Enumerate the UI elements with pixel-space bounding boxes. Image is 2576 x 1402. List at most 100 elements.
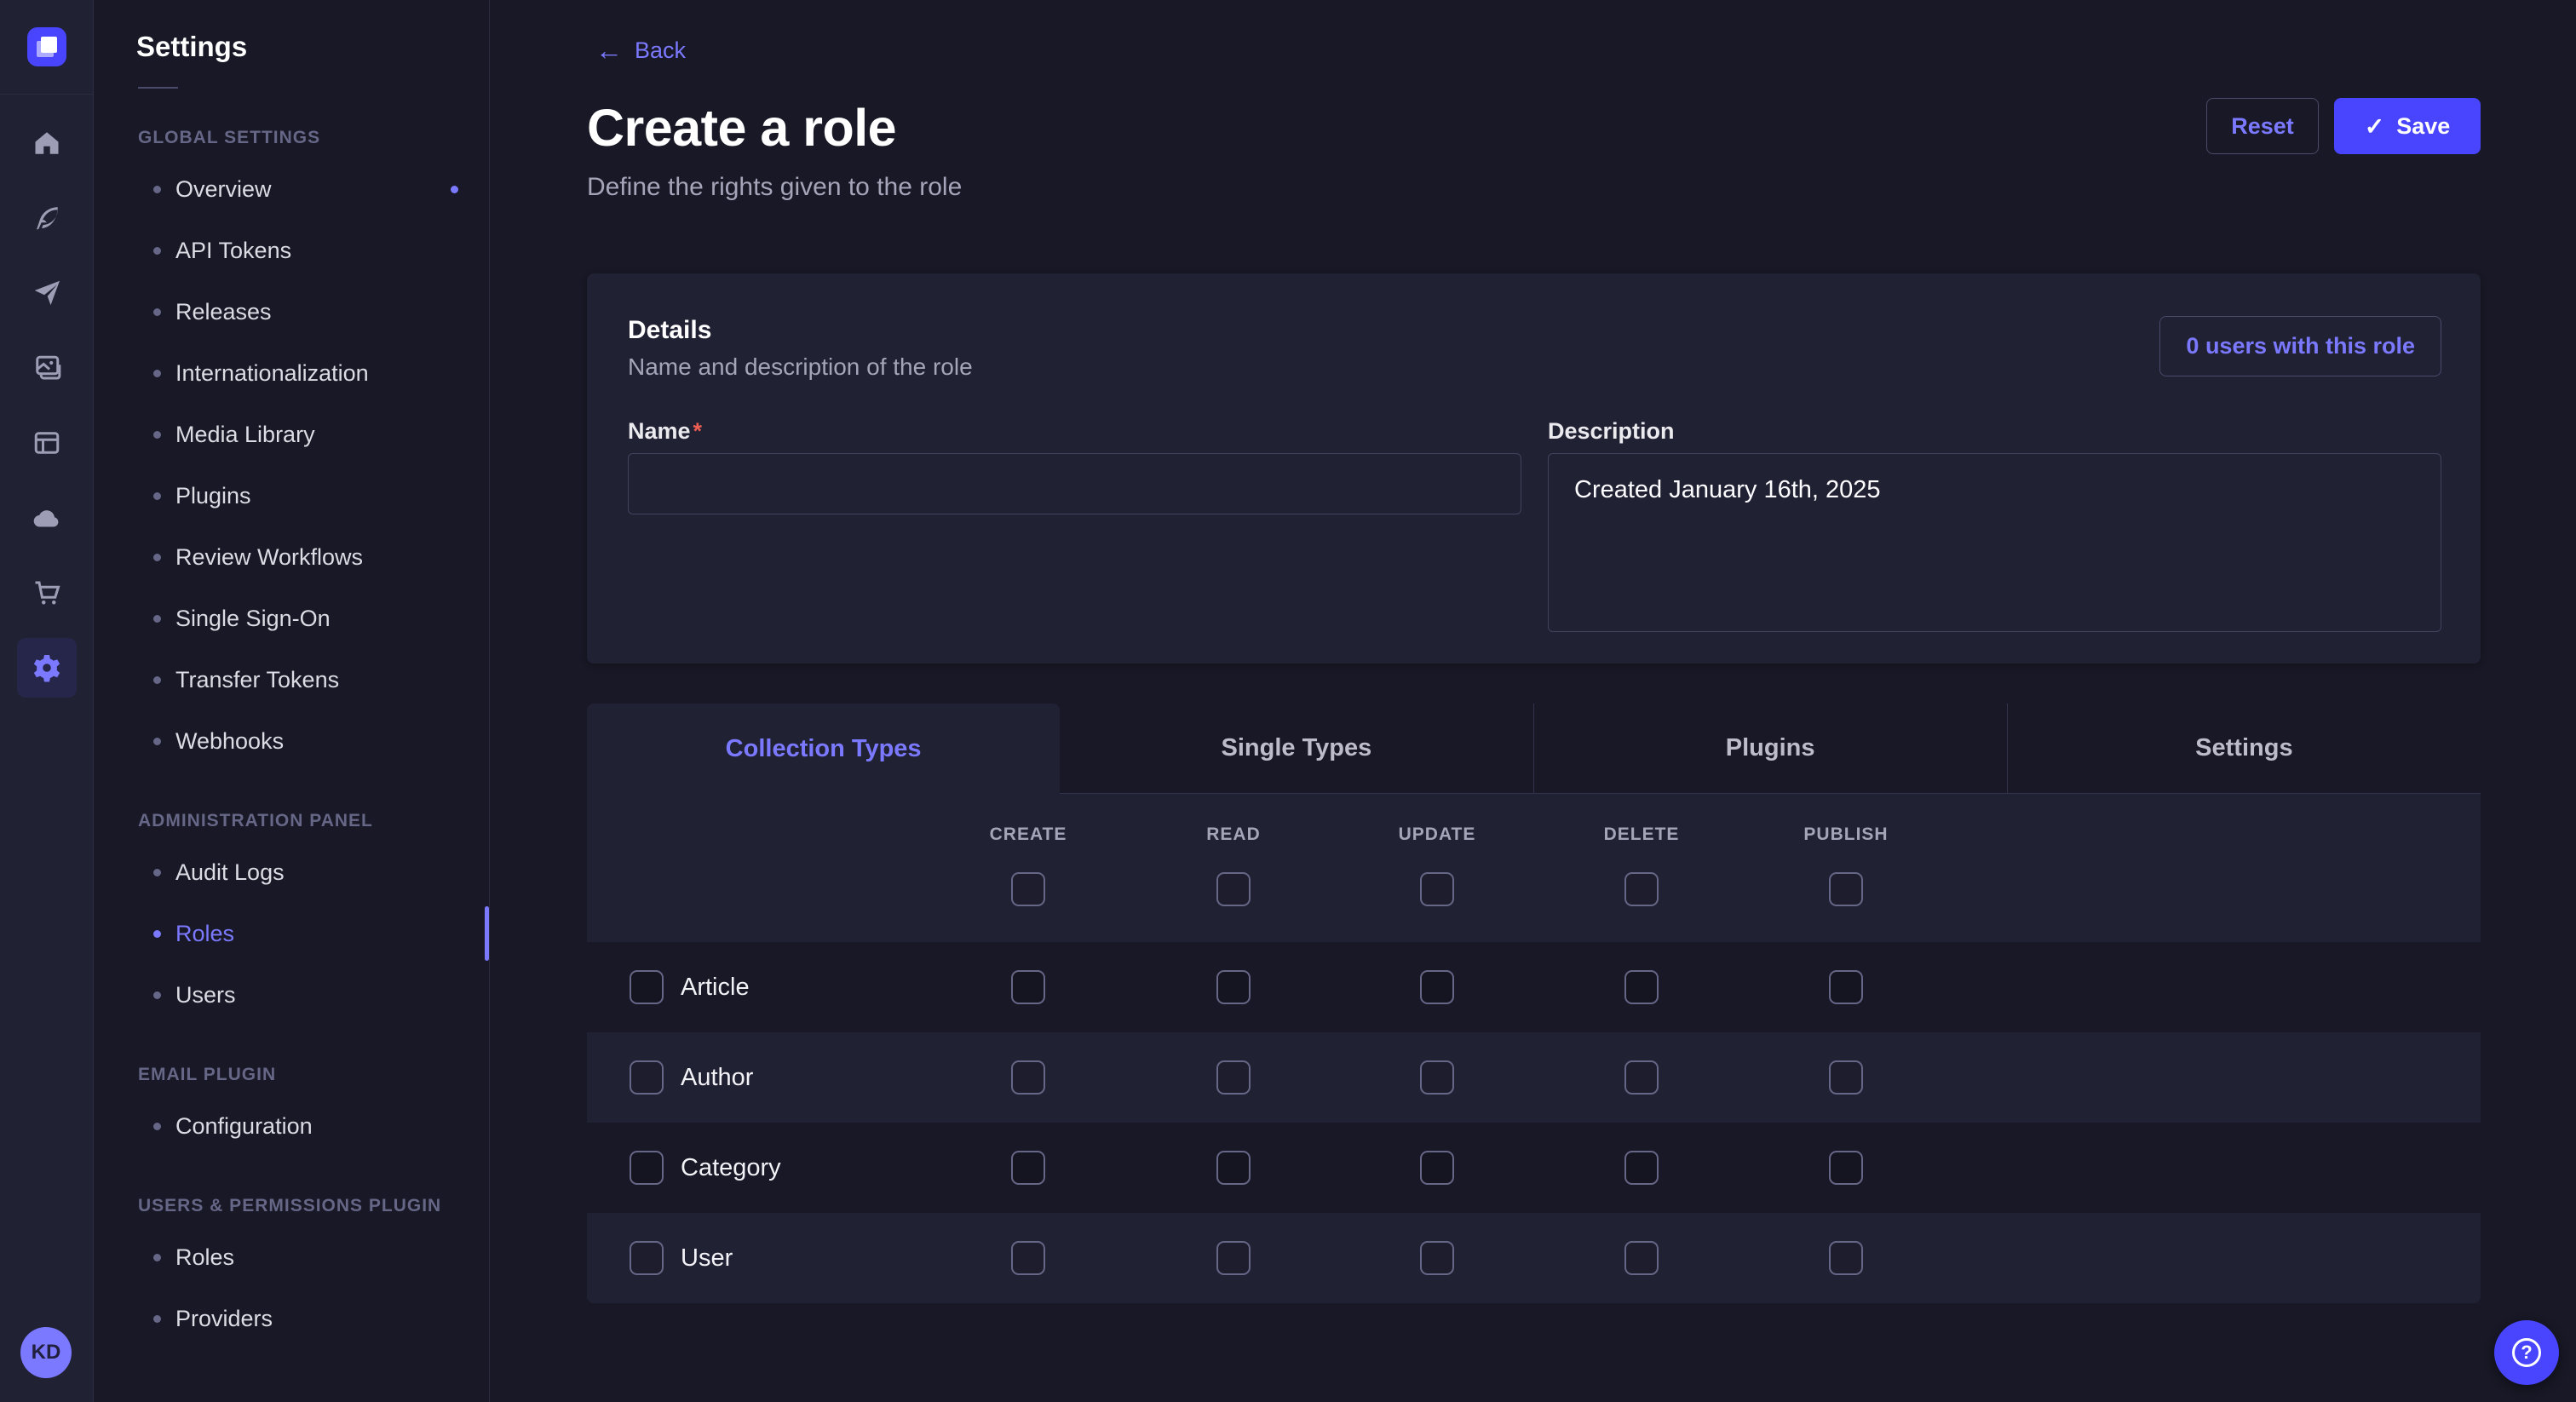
users-with-role-label: 0 users with this role [2186,333,2415,359]
row-select-checkbox[interactable] [630,1151,664,1185]
sidebar-item-media-library[interactable]: Media Library [94,404,489,465]
category-update-checkbox[interactable] [1420,1151,1454,1185]
article-publish-checkbox[interactable] [1829,970,1863,1004]
sidebar-item-transfer-tokens[interactable]: Transfer Tokens [94,649,489,710]
check-icon: ✓ [2365,112,2384,141]
article-create-checkbox[interactable] [1011,970,1045,1004]
description-value: Created January 16th, 2025 [1574,476,1881,503]
back-link[interactable]: ← Back [595,37,686,64]
author-delete-checkbox[interactable] [1624,1060,1659,1095]
permissions-tabs: Collection Types Single Types Plugins Se… [587,704,2481,794]
sidebar-item-internationalization[interactable]: Internationalization [94,342,489,404]
category-read-checkbox[interactable] [1216,1151,1251,1185]
sidebar-item-overview[interactable]: Overview [94,158,489,220]
strapi-logo-shape [41,37,57,53]
select-all-update-checkbox[interactable] [1420,872,1454,906]
sidebar-item-label: Users [175,982,236,1008]
tab-plugins[interactable]: Plugins [1533,704,2007,794]
select-all-create-checkbox[interactable] [1011,872,1045,906]
sidebar-item-api-tokens[interactable]: API Tokens [94,220,489,281]
feather-icon[interactable] [17,188,77,248]
media-library-icon[interactable] [17,338,77,398]
tab-collection-types[interactable]: Collection Types [587,704,1060,794]
avatar[interactable]: KD [20,1327,72,1378]
sidebar-item-label: Roles [175,1244,234,1271]
marketplace-cart-icon[interactable] [17,563,77,623]
author-update-checkbox[interactable] [1420,1060,1454,1095]
details-title: Details [628,316,973,345]
save-button-label: Save [2396,113,2450,140]
category-publish-checkbox[interactable] [1829,1151,1863,1185]
sidebar-item-review-workflows[interactable]: Review Workflows [94,526,489,588]
details-card: Details Name and description of the role… [587,273,2481,664]
strapi-logo[interactable] [27,27,66,66]
help-button[interactable]: ? [2494,1320,2559,1385]
logo-section [0,0,93,95]
sidebar-item-label: Audit Logs [175,859,285,886]
back-label: Back [635,37,686,64]
sidebar-item-label: Review Workflows [175,544,363,571]
sidebar-item-label: Media Library [175,422,315,448]
category-create-checkbox[interactable] [1011,1151,1045,1185]
author-read-checkbox[interactable] [1216,1060,1251,1095]
sidebar-item-providers[interactable]: Providers [94,1288,489,1349]
select-all-publish-checkbox[interactable] [1829,872,1863,906]
sidebar-item-label: Configuration [175,1113,313,1140]
bullet-icon [153,186,161,193]
author-create-checkbox[interactable] [1011,1060,1045,1095]
name-input[interactable] [628,453,1521,514]
sidebar-item-plugins[interactable]: Plugins [94,465,489,526]
reset-button[interactable]: Reset [2206,98,2319,154]
user-update-checkbox[interactable] [1420,1241,1454,1275]
select-all-delete-checkbox[interactable] [1624,872,1659,906]
sidebar-item-webhooks[interactable]: Webhooks [94,710,489,772]
sidebar-item-single-sign-on[interactable]: Single Sign-On [94,588,489,649]
tab-label: Settings [2195,734,2292,762]
bullet-icon [153,308,161,316]
user-publish-checkbox[interactable] [1829,1241,1863,1275]
row-select-checkbox[interactable] [630,1241,664,1275]
table-row-article: Article [587,942,2481,1032]
sidebar-item-audit-logs[interactable]: Audit Logs [94,842,489,903]
user-read-checkbox[interactable] [1216,1241,1251,1275]
row-label: Article [681,974,750,1002]
row-select-checkbox[interactable] [630,970,664,1004]
select-all-read-checkbox[interactable] [1216,872,1251,906]
sidebar-item-roles-up[interactable]: Roles [94,1227,489,1288]
settings-gear-icon[interactable] [17,638,77,698]
sidebar-item-users[interactable]: Users [94,964,489,1026]
bullet-icon [153,1315,161,1323]
author-publish-checkbox[interactable] [1829,1060,1863,1095]
row-select-checkbox[interactable] [630,1060,664,1095]
bullet-icon [153,431,161,439]
bullet-icon [153,554,161,561]
sidebar-item-label: Overview [175,176,272,203]
sidebar-item-roles-admin[interactable]: Roles [94,903,489,964]
home-icon[interactable] [17,113,77,173]
column-header-delete: DELETE [1604,825,1680,845]
paper-plane-icon[interactable] [17,263,77,323]
row-label: Category [681,1154,781,1182]
bullet-icon [153,615,161,623]
sidebar-item-releases[interactable]: Releases [94,281,489,342]
article-update-checkbox[interactable] [1420,970,1454,1004]
save-button[interactable]: ✓ Save [2334,98,2481,154]
content-manager-icon[interactable] [17,413,77,473]
cloud-icon[interactable] [17,488,77,548]
users-with-role-button[interactable]: 0 users with this role [2159,316,2441,376]
user-delete-checkbox[interactable] [1624,1241,1659,1275]
permissions-header-row: CREATE READ UPDATE DELETE PUBLISH [587,794,2481,942]
bullet-icon [153,370,161,377]
category-delete-checkbox[interactable] [1624,1151,1659,1185]
title-divider [138,87,178,89]
tab-settings[interactable]: Settings [2007,704,2481,794]
tab-single-types[interactable]: Single Types [1060,704,1532,794]
bullet-icon [153,930,161,938]
article-delete-checkbox[interactable] [1624,970,1659,1004]
table-row-user: User [587,1213,2481,1303]
user-create-checkbox[interactable] [1011,1241,1045,1275]
sidebar-item-configuration[interactable]: Configuration [94,1095,489,1157]
article-read-checkbox[interactable] [1216,970,1251,1004]
description-textarea[interactable]: Created January 16th, 2025 [1548,453,2441,632]
sidebar-item-label: Webhooks [175,728,284,755]
